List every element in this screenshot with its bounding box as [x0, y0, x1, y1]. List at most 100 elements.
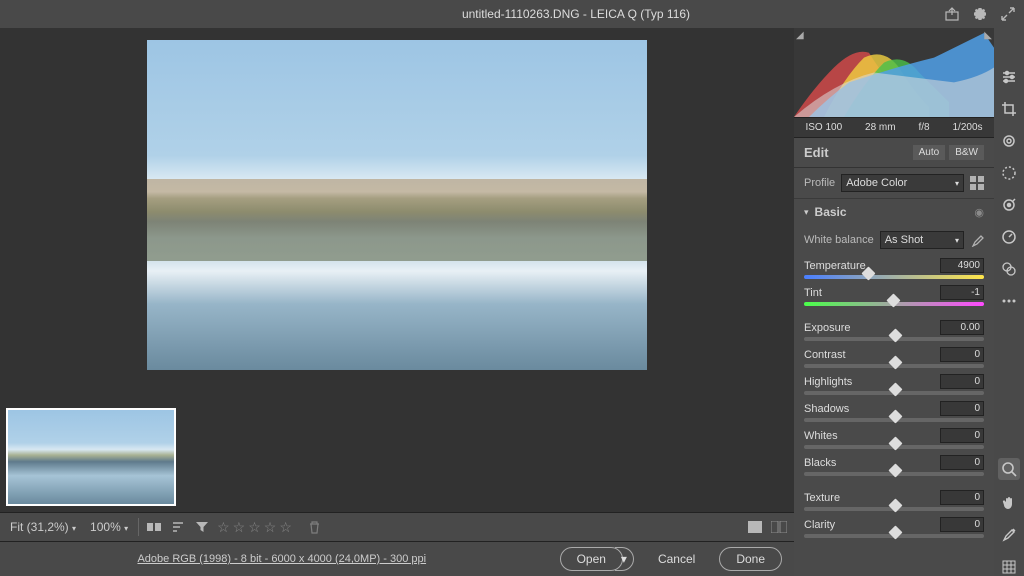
trash-icon[interactable]: [306, 518, 324, 536]
split-view-icon[interactable]: [770, 518, 788, 536]
zoom-tool-icon[interactable]: [998, 458, 1020, 480]
preview-area[interactable]: [0, 28, 794, 402]
mask-icon[interactable]: [1000, 164, 1018, 182]
document-title: untitled-1110263.DNG - LEICA Q (Typ 116): [8, 7, 944, 21]
zoom-fit-select[interactable]: Fit (31,2%) ▾: [6, 518, 80, 536]
exposure-value[interactable]: 0.00: [940, 320, 984, 335]
contrast-value[interactable]: 0: [940, 347, 984, 362]
cancel-button[interactable]: Cancel: [642, 548, 711, 570]
image-preview: [147, 40, 647, 370]
highlights-value[interactable]: 0: [940, 374, 984, 389]
profile-browser-icon[interactable]: [970, 176, 984, 190]
color-sampler-icon[interactable]: [1000, 526, 1018, 544]
chevron-down-icon: ▾: [804, 207, 809, 218]
bw-button[interactable]: B&W: [949, 145, 984, 160]
rating-stars[interactable]: ☆ ☆ ☆ ☆ ☆: [217, 519, 292, 536]
open-button[interactable]: Open: [560, 547, 623, 571]
basic-section-header[interactable]: ▾ Basic ◉: [794, 198, 994, 225]
star-icon[interactable]: ☆: [248, 519, 261, 536]
whites-value[interactable]: 0: [940, 428, 984, 443]
exposure-slider[interactable]: Exposure 0.00: [794, 317, 994, 344]
star-icon[interactable]: ☆: [233, 519, 246, 536]
visibility-icon[interactable]: ◉: [974, 206, 984, 219]
temperature-slider[interactable]: Temperature 4900: [794, 255, 994, 282]
compare-icon[interactable]: [145, 518, 163, 536]
highlights-slider[interactable]: Highlights 0: [794, 371, 994, 398]
wb-dropdown[interactable]: As Shot▾: [880, 231, 964, 249]
crop-icon[interactable]: [1000, 100, 1018, 118]
exif-iso: ISO 100: [805, 122, 842, 133]
open-dropdown[interactable]: ▾: [615, 547, 634, 571]
tint-track[interactable]: [804, 302, 984, 306]
highlight-clip-icon[interactable]: ◣: [984, 30, 992, 41]
filter-icon[interactable]: [193, 518, 211, 536]
clarity-track[interactable]: [804, 534, 984, 538]
gear-icon[interactable]: [972, 6, 988, 22]
highlights-label: Highlights: [804, 376, 852, 388]
redeye-icon[interactable]: [1000, 196, 1018, 214]
blacks-track[interactable]: [804, 472, 984, 476]
star-icon[interactable]: ☆: [264, 519, 277, 536]
highlights-track[interactable]: [804, 391, 984, 395]
shadows-label: Shadows: [804, 403, 849, 415]
exposure-track[interactable]: [804, 337, 984, 341]
snapshot-icon[interactable]: [1000, 228, 1018, 246]
edit-sliders-icon[interactable]: [1000, 68, 1018, 86]
clarity-slider[interactable]: Clarity 0: [794, 514, 994, 541]
temperature-value[interactable]: 4900: [940, 258, 984, 273]
texture-value[interactable]: 0: [940, 490, 984, 505]
grid-icon[interactable]: [1000, 558, 1018, 576]
contrast-track[interactable]: [804, 364, 984, 368]
shadow-clip-icon[interactable]: ◢: [796, 30, 804, 41]
healing-icon[interactable]: [1000, 132, 1018, 150]
contrast-label: Contrast: [804, 349, 846, 361]
profile-dropdown[interactable]: Adobe Color▾: [841, 174, 964, 192]
whites-slider[interactable]: Whites 0: [794, 425, 994, 452]
sort-icon[interactable]: [169, 518, 187, 536]
clarity-label: Clarity: [804, 519, 835, 531]
whites-track[interactable]: [804, 445, 984, 449]
star-icon[interactable]: ☆: [279, 519, 292, 536]
histogram[interactable]: ◢ ◣: [794, 28, 994, 118]
shadows-slider[interactable]: Shadows 0: [794, 398, 994, 425]
texture-slider[interactable]: Texture 0: [794, 487, 994, 514]
exif-aperture: f/8: [918, 122, 929, 133]
temperature-track[interactable]: [804, 275, 984, 279]
edit-header: Edit Auto B&W: [794, 138, 994, 168]
preset-icon[interactable]: [1000, 260, 1018, 278]
temperature-label: Temperature: [804, 260, 866, 272]
done-button[interactable]: Done: [719, 547, 782, 571]
zoom-percent-select[interactable]: 100% ▾: [86, 518, 132, 536]
white-balance-row: White balance As Shot▾: [794, 225, 994, 255]
auto-button[interactable]: Auto: [913, 145, 946, 160]
single-view-icon[interactable]: [746, 518, 764, 536]
filmstrip: [0, 402, 794, 512]
blacks-slider[interactable]: Blacks 0: [794, 452, 994, 479]
whites-label: Whites: [804, 430, 838, 442]
image-info[interactable]: Adobe RGB (1998) - 8 bit - 6000 x 4000 (…: [12, 553, 552, 565]
more-icon[interactable]: [1000, 292, 1018, 310]
texture-label: Texture: [804, 492, 840, 504]
blacks-value[interactable]: 0: [940, 455, 984, 470]
shadows-track[interactable]: [804, 418, 984, 422]
exif-shutter: 1/200s: [953, 122, 983, 133]
shadows-value[interactable]: 0: [940, 401, 984, 416]
exposure-label: Exposure: [804, 322, 850, 334]
star-icon[interactable]: ☆: [217, 519, 230, 536]
eyedropper-icon[interactable]: [970, 233, 984, 247]
tint-slider[interactable]: Tint-1: [794, 282, 994, 309]
texture-track[interactable]: [804, 507, 984, 511]
thumbnail[interactable]: [6, 408, 176, 506]
basic-label: Basic: [815, 205, 969, 219]
exif-row: ISO 100 28 mm f/8 1/200s: [794, 118, 994, 138]
contrast-slider[interactable]: Contrast 0: [794, 344, 994, 371]
fullscreen-icon[interactable]: [1000, 6, 1016, 22]
profile-row: Profile Adobe Color▾: [794, 168, 994, 198]
exif-focal: 28 mm: [865, 122, 896, 133]
hand-tool-icon[interactable]: [1000, 494, 1018, 512]
clarity-value[interactable]: 0: [940, 517, 984, 532]
blacks-label: Blacks: [804, 457, 836, 469]
share-icon[interactable]: [944, 6, 960, 22]
tint-value[interactable]: -1: [940, 285, 984, 300]
profile-label: Profile: [804, 177, 835, 189]
